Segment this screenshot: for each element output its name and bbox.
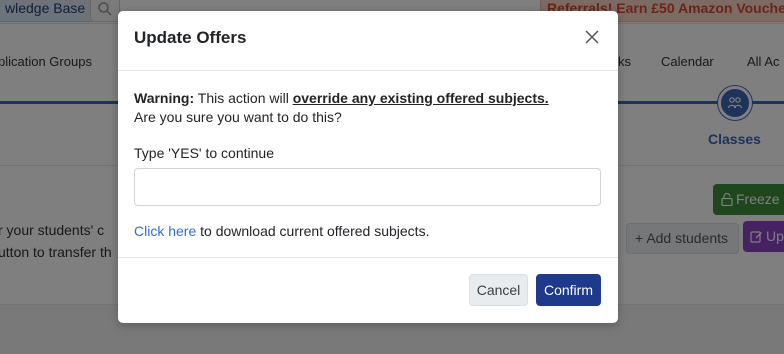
- update-offers-dialog: Update Offers Warning: This action will …: [118, 11, 618, 323]
- confirm-text-input[interactable]: [134, 168, 601, 206]
- download-suffix: to download current offered subjects.: [196, 223, 430, 239]
- download-message: Click here to download current offered s…: [134, 223, 429, 239]
- close-button[interactable]: [581, 26, 603, 48]
- warning-message: Warning: This action will override any e…: [134, 90, 549, 106]
- modal-footer: Cancel Confirm: [118, 257, 618, 323]
- warning-text: This action will: [194, 90, 293, 106]
- confirm-button[interactable]: Confirm: [536, 274, 601, 306]
- download-link[interactable]: Click here: [134, 223, 196, 239]
- modal-title: Update Offers: [134, 28, 247, 47]
- warning-emphasis: override any existing offered subjects.: [292, 90, 549, 106]
- modal-header: Update Offers: [118, 11, 618, 71]
- confirm-question: Are you sure you want to do this?: [134, 109, 342, 125]
- close-icon: [585, 30, 599, 44]
- warning-prefix: Warning:: [134, 90, 195, 106]
- cancel-button[interactable]: Cancel: [469, 274, 528, 306]
- type-prompt-label: Type 'YES' to continue: [134, 145, 274, 161]
